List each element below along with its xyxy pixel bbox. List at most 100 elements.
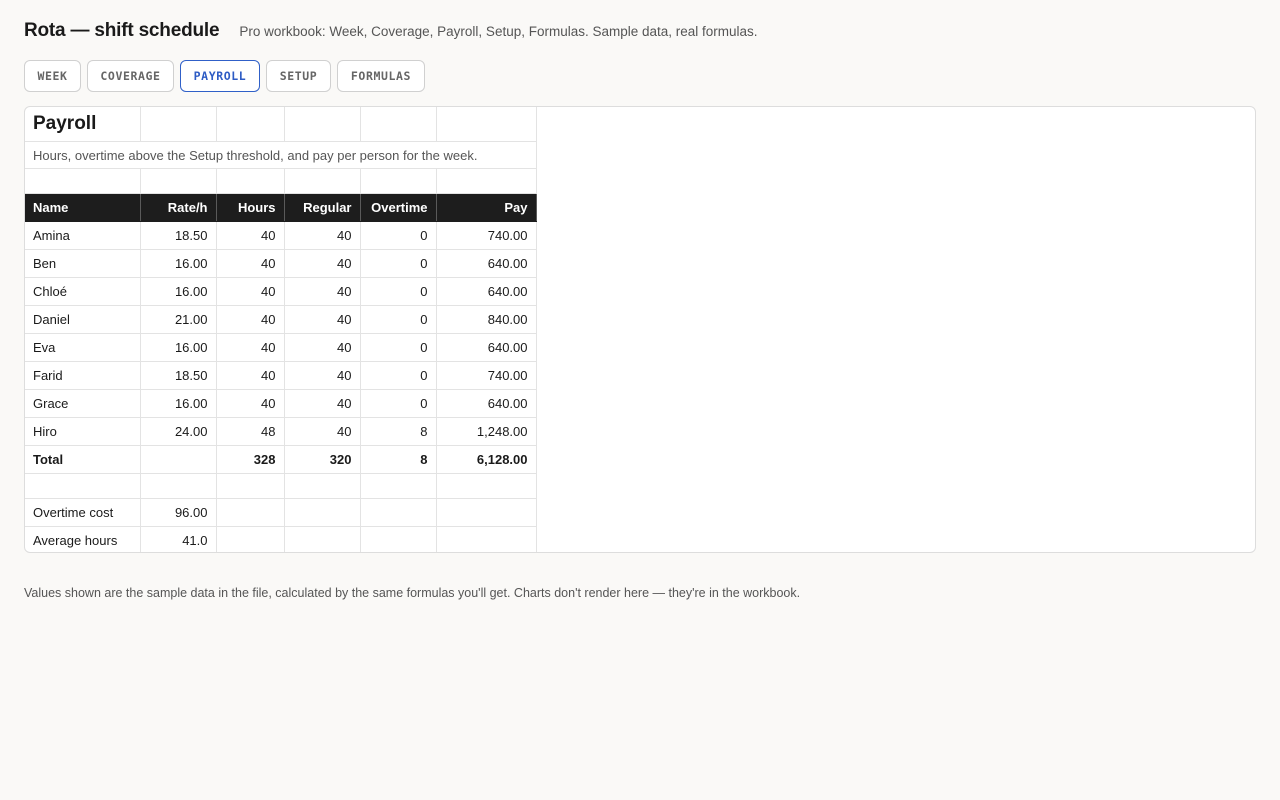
total-rate[interactable] bbox=[140, 445, 217, 474]
empty-cell[interactable] bbox=[25, 473, 141, 499]
cell-name[interactable]: Chloé bbox=[25, 277, 141, 306]
empty-cell[interactable] bbox=[284, 526, 361, 552]
total-pay[interactable]: 6,128.00 bbox=[436, 445, 537, 474]
cell-pay[interactable]: 640.00 bbox=[436, 277, 537, 306]
empty-cell[interactable] bbox=[25, 168, 141, 194]
cell-rate[interactable]: 16.00 bbox=[140, 277, 217, 306]
cell-hours[interactable]: 40 bbox=[216, 221, 285, 250]
empty-cell[interactable] bbox=[436, 498, 537, 527]
cell-regular[interactable]: 40 bbox=[284, 333, 361, 362]
empty-cell[interactable] bbox=[436, 168, 537, 194]
cell-regular[interactable]: 40 bbox=[284, 305, 361, 334]
cell-overtime[interactable]: 0 bbox=[360, 221, 437, 250]
cell-pay[interactable]: 740.00 bbox=[436, 221, 537, 250]
cell-hours[interactable]: 40 bbox=[216, 361, 285, 390]
empty-cell[interactable] bbox=[436, 473, 537, 499]
empty-cell[interactable] bbox=[360, 107, 437, 142]
col-header-hours[interactable]: Hours bbox=[216, 193, 285, 222]
sheet-tabs: WEEK COVERAGE PAYROLL SETUP FORMULAS bbox=[24, 60, 431, 92]
cell-overtime[interactable]: 0 bbox=[360, 333, 437, 362]
total-overtime[interactable]: 8 bbox=[360, 445, 437, 474]
empty-cell[interactable] bbox=[140, 107, 217, 142]
cell-regular[interactable]: 40 bbox=[284, 361, 361, 390]
cell-hours[interactable]: 40 bbox=[216, 277, 285, 306]
cell-hours[interactable]: 40 bbox=[216, 249, 285, 278]
cell-name[interactable]: Hiro bbox=[25, 417, 141, 446]
total-label[interactable]: Total bbox=[25, 445, 141, 474]
cell-regular[interactable]: 40 bbox=[284, 221, 361, 250]
cell-name[interactable]: Daniel bbox=[25, 305, 141, 334]
cell-pay[interactable]: 640.00 bbox=[436, 389, 537, 418]
cell-rate[interactable]: 24.00 bbox=[140, 417, 217, 446]
app-header: Rota — shift schedule Pro workbook: Week… bbox=[24, 20, 758, 42]
cell-hours[interactable]: 40 bbox=[216, 305, 285, 334]
cell-name[interactable]: Ben bbox=[25, 249, 141, 278]
col-header-name[interactable]: Name bbox=[25, 193, 141, 222]
cell-pay[interactable]: 1,248.00 bbox=[436, 417, 537, 446]
cell-regular[interactable]: 40 bbox=[284, 389, 361, 418]
summary-value[interactable]: 96.00 bbox=[140, 498, 217, 527]
total-hours[interactable]: 328 bbox=[216, 445, 285, 474]
cell-regular[interactable]: 40 bbox=[284, 417, 361, 446]
tab-week[interactable]: WEEK bbox=[24, 60, 81, 92]
app-subtitle: Pro workbook: Week, Coverage, Payroll, S… bbox=[239, 24, 758, 39]
tab-payroll[interactable]: PAYROLL bbox=[180, 60, 260, 92]
empty-cell[interactable] bbox=[216, 498, 285, 527]
cell-name[interactable]: Grace bbox=[25, 389, 141, 418]
empty-cell[interactable] bbox=[360, 526, 437, 552]
cell-overtime[interactable]: 0 bbox=[360, 277, 437, 306]
empty-cell[interactable] bbox=[360, 168, 437, 194]
empty-cell[interactable] bbox=[360, 498, 437, 527]
col-header-regular[interactable]: Regular bbox=[284, 193, 361, 222]
cell-regular[interactable]: 40 bbox=[284, 249, 361, 278]
cell-overtime[interactable]: 0 bbox=[360, 249, 437, 278]
cell-pay[interactable]: 640.00 bbox=[436, 249, 537, 278]
empty-cell[interactable] bbox=[360, 473, 437, 499]
cell-pay[interactable]: 840.00 bbox=[436, 305, 537, 334]
cell-pay[interactable]: 640.00 bbox=[436, 333, 537, 362]
tab-coverage[interactable]: COVERAGE bbox=[87, 60, 174, 92]
empty-cell[interactable] bbox=[436, 107, 537, 142]
cell-rate[interactable]: 16.00 bbox=[140, 249, 217, 278]
empty-cell[interactable] bbox=[216, 168, 285, 194]
empty-cell[interactable] bbox=[216, 473, 285, 499]
tab-setup[interactable]: SETUP bbox=[266, 60, 331, 92]
col-header-rate[interactable]: Rate/h bbox=[140, 193, 217, 222]
col-header-overtime[interactable]: Overtime bbox=[360, 193, 437, 222]
cell-rate[interactable]: 21.00 bbox=[140, 305, 217, 334]
empty-cell[interactable] bbox=[216, 107, 285, 142]
empty-cell[interactable] bbox=[284, 168, 361, 194]
app-title: Rota — shift schedule bbox=[24, 20, 220, 41]
cell-name[interactable]: Farid bbox=[25, 361, 141, 390]
total-regular[interactable]: 320 bbox=[284, 445, 361, 474]
cell-overtime[interactable]: 0 bbox=[360, 305, 437, 334]
cell-overtime[interactable]: 0 bbox=[360, 389, 437, 418]
cell-rate[interactable]: 16.00 bbox=[140, 333, 217, 362]
cell-hours[interactable]: 48 bbox=[216, 417, 285, 446]
table-row: Chloé 16.00 40 40 0 640.00 bbox=[25, 277, 537, 306]
cell-name[interactable]: Amina bbox=[25, 221, 141, 250]
cell-rate[interactable]: 16.00 bbox=[140, 389, 217, 418]
empty-cell[interactable] bbox=[140, 168, 217, 194]
col-header-pay[interactable]: Pay bbox=[436, 193, 537, 222]
summary-value[interactable]: 41.0 bbox=[140, 526, 217, 552]
summary-label[interactable]: Overtime cost bbox=[25, 498, 141, 527]
cell-name[interactable]: Eva bbox=[25, 333, 141, 362]
payroll-sheet: Payroll Hours, overtime above the Setup … bbox=[24, 106, 1256, 553]
cell-hours[interactable]: 40 bbox=[216, 389, 285, 418]
cell-overtime[interactable]: 8 bbox=[360, 417, 437, 446]
cell-overtime[interactable]: 0 bbox=[360, 361, 437, 390]
empty-cell[interactable] bbox=[284, 107, 361, 142]
empty-cell[interactable] bbox=[284, 498, 361, 527]
cell-regular[interactable]: 40 bbox=[284, 277, 361, 306]
cell-rate[interactable]: 18.50 bbox=[140, 221, 217, 250]
summary-label[interactable]: Average hours bbox=[25, 526, 141, 552]
empty-cell[interactable] bbox=[216, 526, 285, 552]
cell-pay[interactable]: 740.00 bbox=[436, 361, 537, 390]
cell-rate[interactable]: 18.50 bbox=[140, 361, 217, 390]
empty-cell[interactable] bbox=[140, 473, 217, 499]
cell-hours[interactable]: 40 bbox=[216, 333, 285, 362]
empty-cell[interactable] bbox=[284, 473, 361, 499]
tab-formulas[interactable]: FORMULAS bbox=[337, 60, 425, 92]
empty-cell[interactable] bbox=[436, 526, 537, 552]
